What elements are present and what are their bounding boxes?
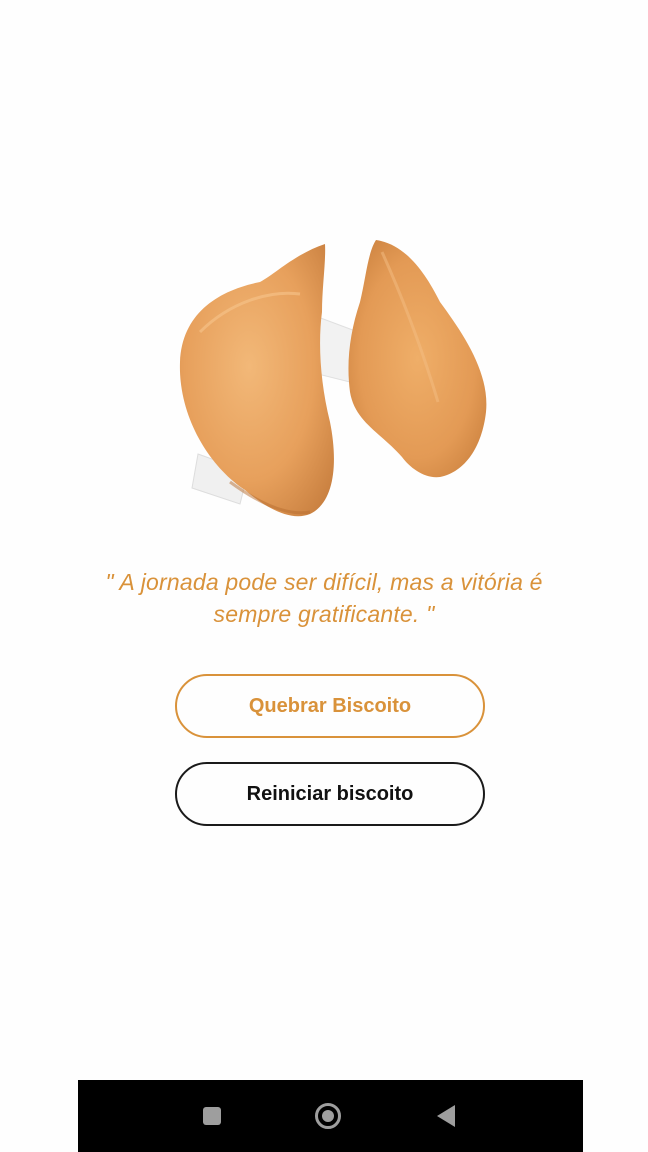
back-icon[interactable] (428, 1098, 464, 1134)
system-navigation-bar (78, 1080, 583, 1152)
triangle-back-icon (437, 1105, 455, 1127)
home-icon[interactable] (310, 1098, 346, 1134)
break-cookie-button[interactable]: Quebrar Biscoito (175, 674, 485, 738)
fortune-quote-text: " A jornada pode ser difícil, mas a vitó… (105, 569, 543, 627)
fortune-cookie-image (170, 232, 500, 532)
reset-cookie-button[interactable]: Reiniciar biscoito (175, 762, 485, 826)
square-recents-icon (203, 1107, 221, 1125)
recents-icon[interactable] (194, 1098, 230, 1134)
app-screen: " A jornada pode ser difícil, mas a vitó… (0, 0, 648, 1152)
circle-home-icon (315, 1103, 341, 1129)
